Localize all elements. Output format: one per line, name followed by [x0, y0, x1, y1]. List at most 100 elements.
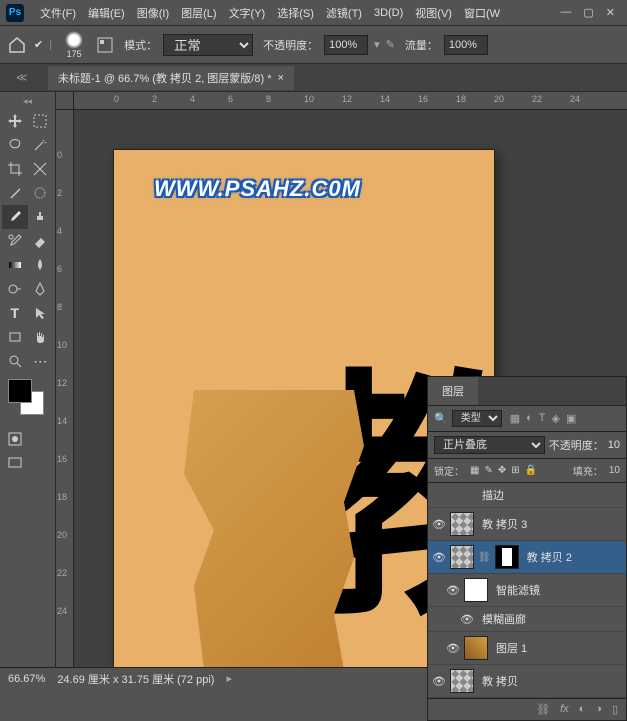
type-tool[interactable]: T	[2, 301, 28, 325]
mask-icon[interactable]: ◐	[579, 703, 586, 716]
zoom-level[interactable]: 66.67%	[8, 673, 45, 685]
blend-mode-select[interactable]: 正常	[163, 34, 253, 56]
foreground-swatch[interactable]	[8, 379, 32, 403]
filter-pixel-icon[interactable]: ▦	[510, 412, 520, 425]
menu-layer[interactable]: 图层(L)	[175, 5, 222, 21]
visibility-toggle[interactable]: 👁	[432, 675, 446, 688]
menu-select[interactable]: 选择(S)	[271, 5, 320, 21]
quick-mask-icon[interactable]	[2, 427, 28, 451]
layer-row[interactable]: 👁 ⛓ 教 拷贝 2	[428, 541, 626, 574]
filter-smart-icon[interactable]: ▣	[566, 412, 576, 425]
fx-icon[interactable]: fx	[560, 703, 569, 716]
filter-shape-icon[interactable]: ◈	[552, 412, 560, 425]
brush-preview[interactable]: 175	[58, 31, 90, 59]
link-icon[interactable]: ⛓	[478, 552, 491, 563]
fill-value[interactable]: 10	[609, 465, 620, 476]
menu-filter[interactable]: 滤镜(T)	[320, 5, 368, 21]
opacity-value[interactable]: 100%	[324, 35, 368, 55]
layer-thumb[interactable]	[464, 578, 488, 602]
gradient-tool[interactable]	[2, 253, 28, 277]
path-select-tool[interactable]	[28, 301, 54, 325]
zoom-tool[interactable]	[2, 349, 28, 373]
brush-tool[interactable]	[2, 205, 28, 229]
adjustment-icon[interactable]: ◑	[595, 703, 602, 716]
toolbar-collapse-icon[interactable]: ◂◂	[2, 96, 53, 107]
vertical-ruler[interactable]: 0 2 4 6 8 10 12 14 16 18 20 22 24	[56, 110, 74, 667]
color-swatches[interactable]	[8, 379, 48, 419]
menu-view[interactable]: 视图(V)	[409, 5, 458, 21]
layers-tab[interactable]: 图层	[428, 377, 478, 405]
spot-heal-tool[interactable]	[28, 181, 54, 205]
slice-tool[interactable]	[28, 157, 54, 181]
magic-wand-tool[interactable]	[28, 133, 54, 157]
mask-thumb[interactable]	[495, 545, 519, 569]
layer-row[interactable]: 👁 图层 1	[428, 632, 626, 665]
menu-image[interactable]: 图像(I)	[131, 5, 175, 21]
minimize-icon[interactable]: —	[560, 6, 571, 19]
edit-toolbar[interactable]: ⋯	[28, 349, 54, 373]
menu-edit[interactable]: 编辑(E)	[82, 5, 131, 21]
document-dimensions[interactable]: 24.69 厘米 x 31.75 厘米 (72 ppi)	[57, 671, 214, 687]
layer-row[interactable]: 👁 智能滤镜	[428, 574, 626, 607]
crop-tool[interactable]	[2, 157, 28, 181]
layer-row[interactable]: 描边	[428, 483, 626, 508]
close-icon[interactable]: ✕	[606, 6, 615, 19]
lasso-tool[interactable]	[2, 133, 28, 157]
filter-type-icon[interactable]: T	[539, 412, 546, 425]
clone-stamp-tool[interactable]	[28, 205, 54, 229]
watermark-text: WWW.PSAHZ.C0M	[154, 176, 361, 202]
tool-preset-icon[interactable]	[6, 34, 28, 56]
hand-tool[interactable]	[28, 325, 54, 349]
marquee-tool[interactable]	[28, 109, 54, 133]
menu-type[interactable]: 文字(Y)	[223, 5, 272, 21]
blur-tool[interactable]	[28, 253, 54, 277]
visibility-toggle[interactable]: 👁	[446, 642, 460, 655]
horizontal-ruler[interactable]: 0 2 4 6 8 10 12 14 16 18 20 22 24	[74, 92, 627, 110]
maximize-icon[interactable]: ▢	[583, 6, 593, 19]
filter-adjust-icon[interactable]: ◐	[526, 412, 533, 425]
layer-row[interactable]: 👁 教 拷贝 3	[428, 508, 626, 541]
tab-close-icon[interactable]: ×	[277, 72, 283, 84]
chevron-down-icon[interactable]: ▾	[374, 38, 380, 51]
tool-palette: ◂◂	[0, 92, 56, 667]
visibility-toggle[interactable]: 👁	[432, 551, 446, 564]
layer-opacity-value[interactable]: 10	[608, 439, 620, 451]
history-brush-tool[interactable]	[2, 229, 28, 253]
layer-thumb[interactable]	[464, 636, 488, 660]
flow-value[interactable]: 100%	[444, 35, 488, 55]
lock-artboard-icon[interactable]: ⊞	[511, 465, 519, 476]
lock-transparency-icon[interactable]: ▦	[470, 465, 479, 476]
layer-row[interactable]: 👁 教 拷贝	[428, 665, 626, 698]
visibility-toggle[interactable]: 👁	[446, 584, 460, 597]
lock-position-icon[interactable]: ✥	[498, 465, 506, 476]
brush-panel-icon[interactable]	[96, 36, 114, 54]
menu-file[interactable]: 文件(F)	[34, 5, 82, 21]
menu-3d[interactable]: 3D(D)	[368, 7, 409, 19]
ruler-origin[interactable]	[56, 92, 74, 110]
pressure-opacity-icon[interactable]: ✎	[386, 38, 395, 51]
link-layers-icon[interactable]: ⛓	[536, 703, 550, 716]
layer-filter-select[interactable]: 类型	[452, 410, 502, 427]
pen-tool[interactable]	[28, 277, 54, 301]
visibility-toggle[interactable]: 👁	[432, 518, 446, 531]
screen-mode-icon[interactable]	[2, 451, 28, 475]
dodge-tool[interactable]	[2, 277, 28, 301]
move-tool[interactable]	[2, 109, 28, 133]
collapse-icon[interactable]: ≪	[16, 71, 28, 84]
eyedropper-tool[interactable]	[2, 181, 28, 205]
lock-all-icon[interactable]: 🔒	[525, 465, 537, 476]
layer-thumb[interactable]	[450, 545, 474, 569]
menu-window[interactable]: 窗口(W	[458, 5, 506, 21]
visibility-toggle[interactable]: 👁	[460, 613, 474, 626]
group-icon[interactable]: ▯	[612, 703, 618, 716]
layer-row[interactable]: 👁 模糊画廊	[428, 607, 626, 632]
lock-paint-icon[interactable]: ✎	[484, 465, 492, 476]
eraser-tool[interactable]	[28, 229, 54, 253]
document-tab[interactable]: 未标题-1 @ 66.7% (教 拷贝 2, 图层蒙版/8) * ×	[48, 66, 294, 90]
search-icon[interactable]: 🔍	[434, 412, 448, 425]
layer-blend-select[interactable]: 正片叠底	[434, 436, 545, 454]
layer-thumb[interactable]	[450, 512, 474, 536]
layer-thumb[interactable]	[450, 669, 474, 693]
status-chevron-icon[interactable]: ▸	[226, 672, 232, 685]
rectangle-tool[interactable]	[2, 325, 28, 349]
